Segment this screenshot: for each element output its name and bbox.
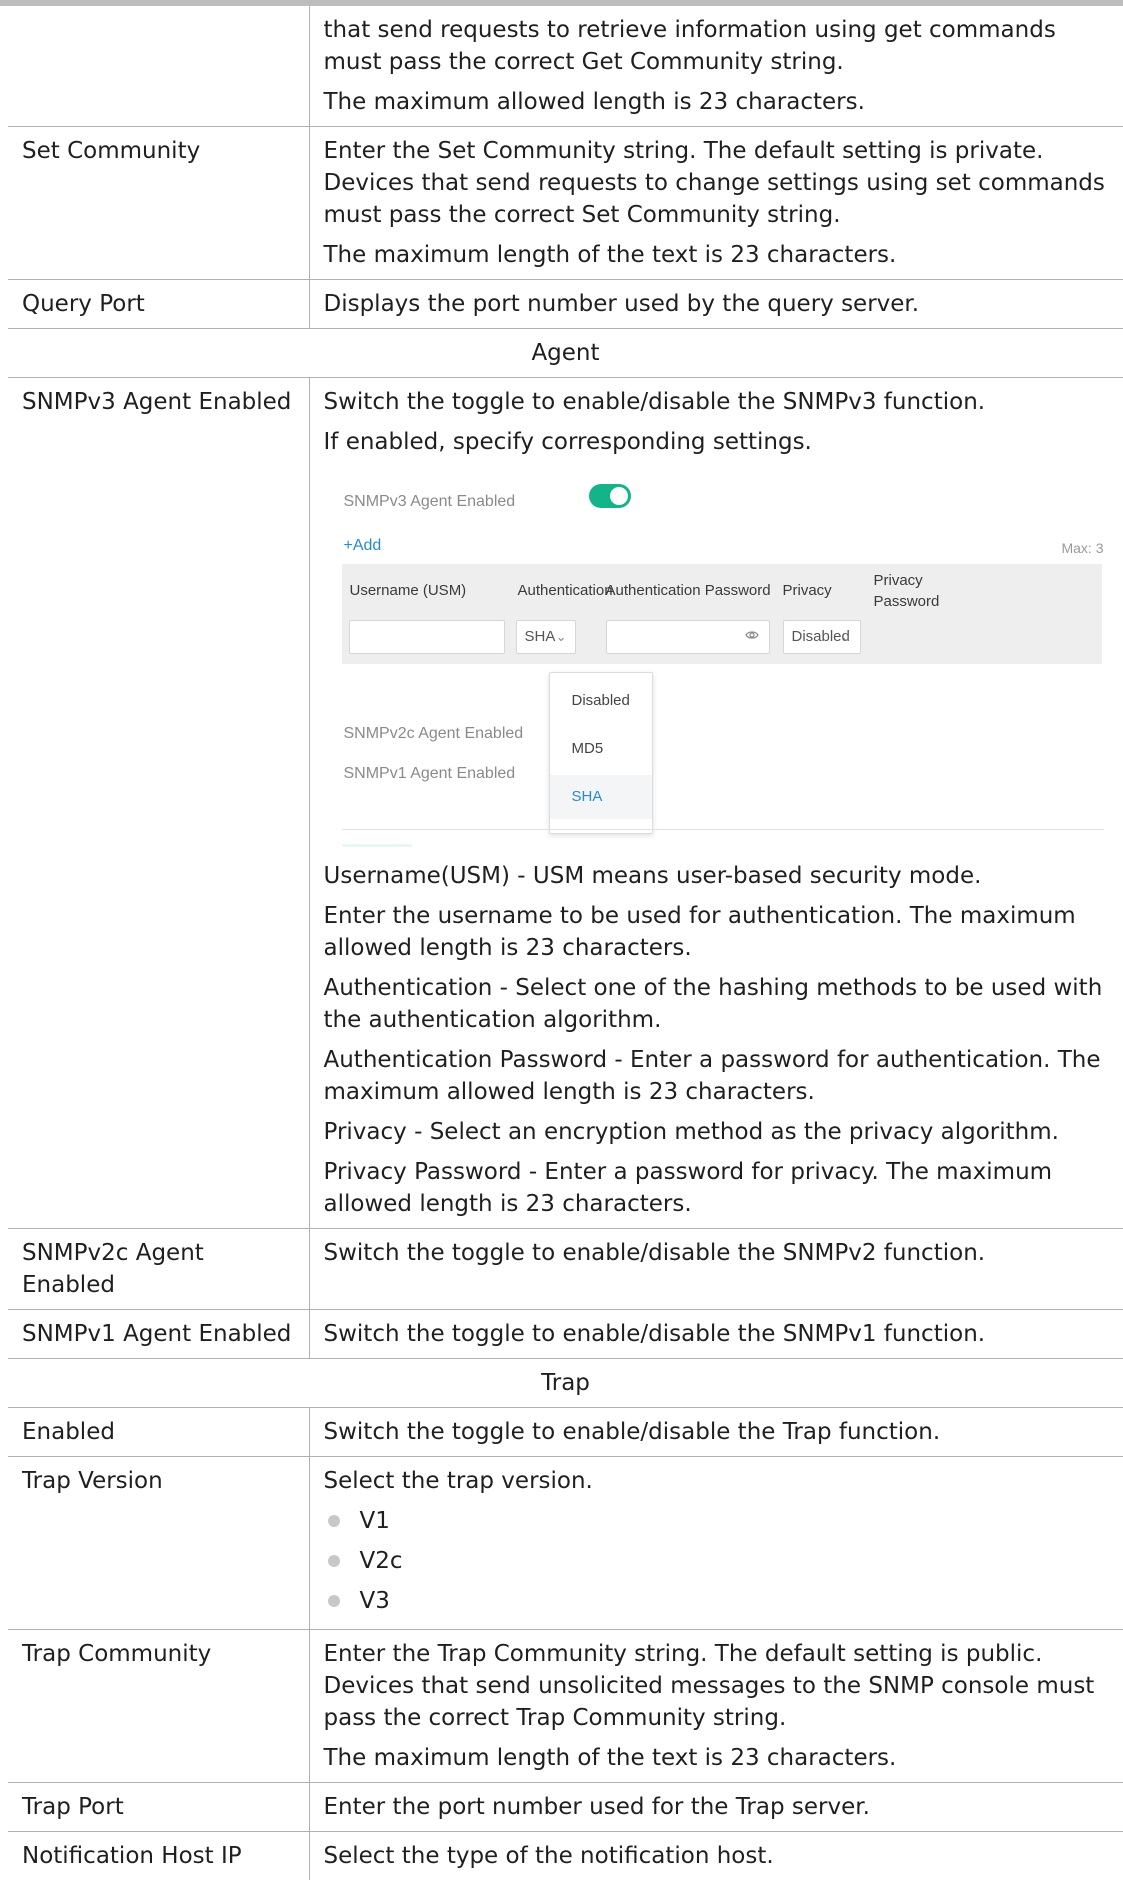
description-line: Enter the Set Community string. The defa… [324, 135, 1114, 231]
row-key: Set Community [8, 127, 309, 280]
eye-icon[interactable] [745, 628, 759, 642]
section-title: Trap [8, 1359, 1123, 1408]
description-line: The maximum length of the text is 23 cha… [324, 239, 1114, 271]
description-line: Switch the toggle to enable/disable the … [324, 386, 1114, 418]
dropdown-option-md5[interactable]: MD5 [550, 727, 652, 771]
description-line: Enter the username to be used for authen… [324, 900, 1114, 964]
user-table: Username (USM) Authentication Authentica… [342, 564, 1102, 664]
row-key [8, 6, 309, 127]
row-description: Enter the Set Community string. The defa… [309, 127, 1123, 280]
description-line: Username(USM) - USM means user-based sec… [324, 860, 1114, 892]
row-description: Select the type of the notification host… [309, 1832, 1123, 1880]
row-description: Select the trap version. V1 V2c V3 [309, 1457, 1123, 1630]
row-description: Switch the toggle to enable/disable the … [309, 378, 1123, 1229]
authentication-dropdown-menu: Disabled MD5 SHA [549, 672, 653, 834]
row-key: SNMPv3 Agent Enabled [8, 378, 309, 1229]
row-description: Switch the toggle to enable/disable the … [309, 1408, 1123, 1457]
toggle-knob [610, 487, 628, 505]
table-row: SNMPv3 Agent Enabled Switch the toggle t… [8, 378, 1123, 1229]
bullet-icon [328, 1555, 340, 1567]
table-row: Set Community Enter the Set Community st… [8, 127, 1123, 280]
column-header-auth-password: Authentication Password [606, 580, 771, 601]
table-row: that send requests to retrieve informati… [8, 6, 1123, 127]
bullet-icon [328, 1515, 340, 1527]
list-item: V2c [324, 1541, 1114, 1581]
auth-password-input[interactable] [606, 620, 770, 654]
privacy-select[interactable]: Disabled ⌄ [783, 620, 861, 654]
chevron-down-icon: ⌄ [841, 621, 852, 653]
description-line: Authentication Password - Enter a passwo… [324, 1044, 1114, 1108]
table-row: Trap Version Select the trap version. V1… [8, 1457, 1123, 1630]
snmpv3-toggle-label: SNMPv3 Agent Enabled [344, 486, 516, 518]
list-item-label: V2c [360, 1548, 403, 1574]
add-user-link[interactable]: +Add [344, 530, 382, 562]
snmpv2c-toggle-label: SNMPv2c Agent Enabled [344, 718, 524, 750]
list-item-label: V1 [360, 1508, 390, 1534]
description-line: Privacy - Select an encryption method as… [324, 1116, 1114, 1148]
table-row: Trap Community Enter the Trap Community … [8, 1630, 1123, 1783]
divider [342, 829, 1104, 830]
row-key: Trap Community [8, 1630, 309, 1783]
row-description: Enter the Trap Community string. The def… [309, 1630, 1123, 1783]
table-row: SNMPv2c Agent Enabled Switch the toggle … [8, 1229, 1123, 1310]
username-input[interactable] [349, 620, 505, 654]
description-line: Enter the Trap Community string. The def… [324, 1638, 1114, 1734]
snmp-settings-table: that send requests to retrieve informati… [8, 6, 1123, 1880]
column-header-privacy: Privacy [783, 580, 832, 601]
table-row: Query Port Displays the port number used… [8, 280, 1123, 329]
row-description: Displays the port number used by the que… [309, 280, 1123, 329]
dropdown-option-sha[interactable]: SHA [550, 775, 652, 819]
row-key: Enabled [8, 1408, 309, 1457]
bullet-icon [328, 1595, 340, 1607]
row-key: Notification Host IP [8, 1832, 309, 1880]
description-line: If enabled, specify corresponding settin… [324, 426, 1114, 458]
description-line: that send requests to retrieve informati… [324, 14, 1114, 78]
description-line: Displays the port number used by the que… [324, 288, 1114, 320]
description-line: Authentication - Select one of the hashi… [324, 972, 1114, 1036]
snmpv3-toggle[interactable] [589, 484, 631, 508]
authentication-select-value: SHA [525, 628, 556, 645]
row-description: that send requests to retrieve informati… [309, 6, 1123, 127]
max-entries-label: Max: 3 [1061, 532, 1103, 564]
partial-button [342, 844, 412, 847]
authentication-select[interactable]: SHA ⌄ [516, 620, 576, 654]
row-description: Enter the port number used for the Trap … [309, 1783, 1123, 1832]
list-item-label: V3 [360, 1588, 390, 1614]
table-row: Enabled Switch the toggle to enable/disa… [8, 1408, 1123, 1457]
description-line: Select the trap version. [324, 1465, 1114, 1497]
table-row: SNMPv1 Agent Enabled Switch the toggle t… [8, 1310, 1123, 1359]
column-header-username: Username (USM) [350, 580, 467, 601]
column-header-privacy-password: Privacy Password [874, 570, 954, 612]
row-description: Switch the toggle to enable/disable the … [309, 1310, 1123, 1359]
row-key: SNMPv1 Agent Enabled [8, 1310, 309, 1359]
snmpv1-toggle-label: SNMPv1 Agent Enabled [344, 758, 516, 790]
description-line: The maximum allowed length is 23 charact… [324, 86, 1114, 118]
section-header-trap: Trap [8, 1359, 1123, 1408]
row-description: Switch the toggle to enable/disable the … [309, 1229, 1123, 1310]
row-key: Trap Port [8, 1783, 309, 1832]
trap-version-list: V1 V2c V3 [324, 1501, 1114, 1621]
table-row: Trap Port Enter the port number used for… [8, 1783, 1123, 1832]
row-key: SNMPv2c Agent Enabled [8, 1229, 309, 1310]
row-key: Trap Version [8, 1457, 309, 1630]
list-item: V1 [324, 1501, 1114, 1541]
list-item: V3 [324, 1581, 1114, 1621]
description-line: The maximum length of the text is 23 cha… [324, 1742, 1114, 1774]
chevron-down-icon: ⌄ [556, 621, 567, 653]
row-key: Query Port [8, 280, 309, 329]
section-title: Agent [8, 329, 1123, 378]
section-header-agent: Agent [8, 329, 1123, 378]
column-header-authentication: Authentication [518, 580, 613, 601]
dropdown-option-disabled[interactable]: Disabled [550, 679, 652, 723]
snmpv3-settings-screenshot: SNMPv3 Agent Enabled +Add Max: 3 Usernam… [324, 470, 1104, 850]
table-row: Notification Host IP Select the type of … [8, 1832, 1123, 1880]
description-line: Privacy Password - Enter a password for … [324, 1156, 1114, 1220]
